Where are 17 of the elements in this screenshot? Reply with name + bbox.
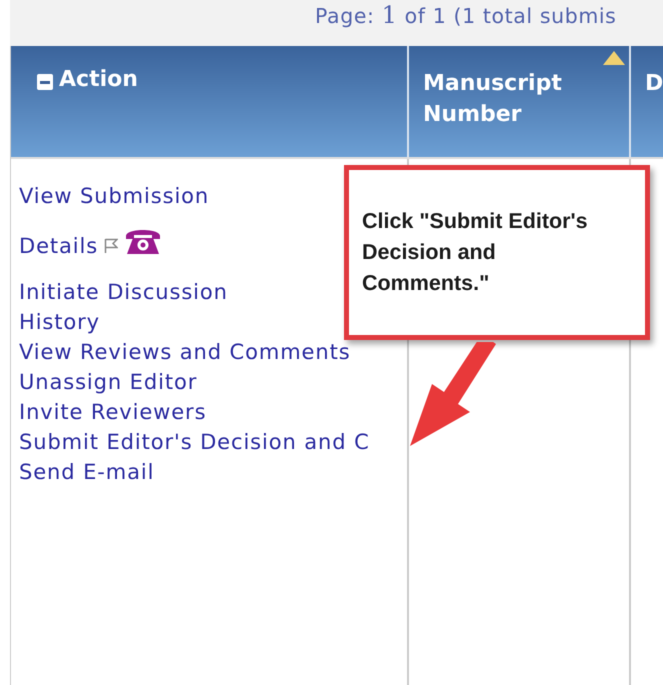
action-link[interactable]: Send E-mail [19,457,154,487]
action-link[interactable]: View Submission [19,181,210,211]
action-link[interactable]: View Reviews and Comments [19,337,351,367]
callout-text: Click "Submit Editor's Decision and Comments." [362,208,589,297]
action-link[interactable]: Invite Reviewers [19,397,206,427]
action-link[interactable]: Submit Editor's Decision and C [19,427,370,457]
flag-icon[interactable] [104,238,118,254]
column-header[interactable]: Manuscript Number [409,46,631,157]
column-header[interactable]: D [631,46,663,157]
action-link[interactable]: Unassign Editor [19,367,198,397]
action-link[interactable]: History [19,307,100,337]
action-link[interactable]: Initiate Discussion [19,277,228,307]
column-header[interactable]: Action [11,46,409,157]
action-link[interactable]: Details [19,231,98,261]
pager-text: Page: 1 of 1 (1 total submis [315,2,616,29]
collapse-icon[interactable] [37,74,53,90]
sort-ascending-icon [603,51,625,65]
